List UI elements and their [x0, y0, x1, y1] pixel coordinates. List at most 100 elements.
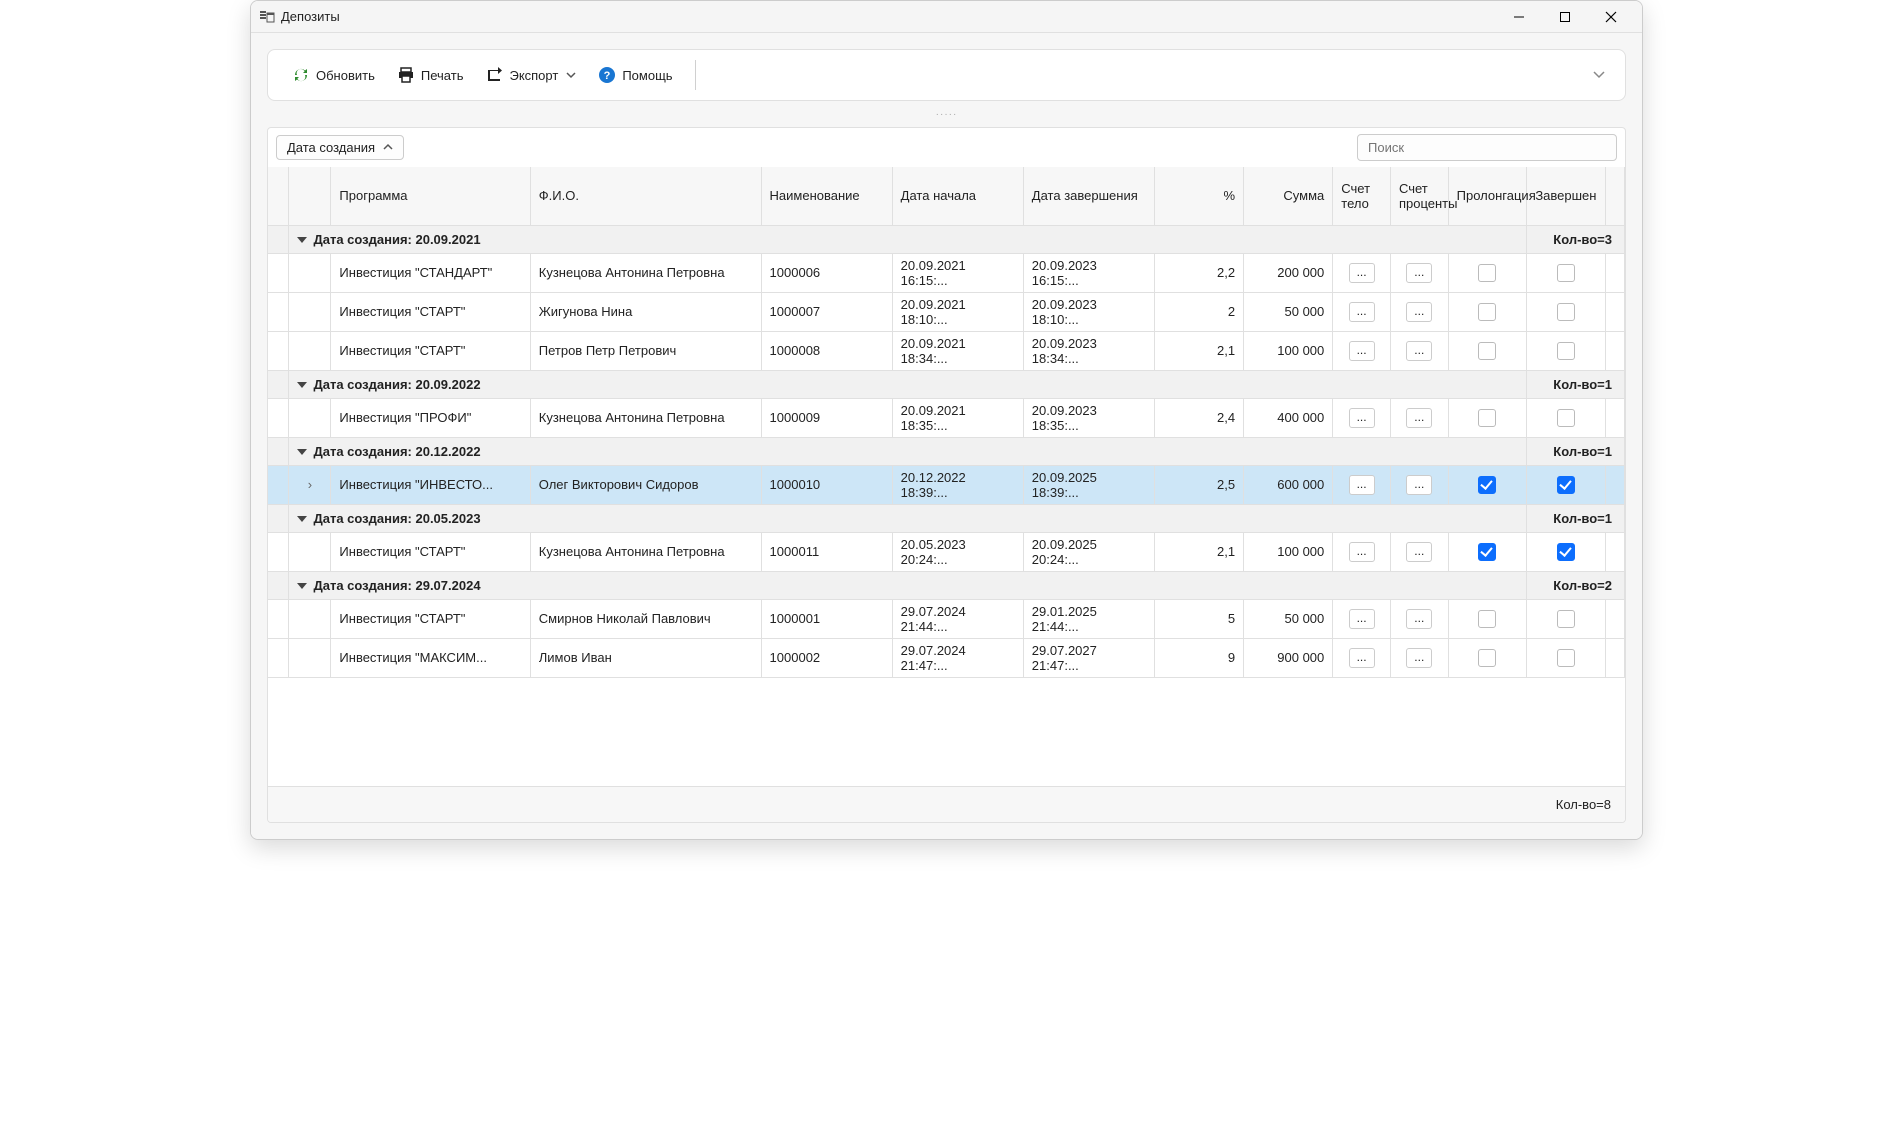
help-icon: ?	[598, 66, 616, 84]
cell-sum: 400 000	[1244, 398, 1333, 437]
prolong-checkbox[interactable]	[1478, 610, 1496, 628]
row-selector[interactable]	[268, 638, 289, 677]
done-checkbox[interactable]	[1557, 409, 1575, 427]
header-fio[interactable]: Ф.И.О.	[530, 167, 761, 225]
print-button[interactable]: Печать	[387, 60, 474, 90]
header-sum[interactable]: Сумма	[1244, 167, 1333, 225]
group-row[interactable]: Дата создания: 20.09.2022Кол-во=1	[268, 370, 1625, 398]
cell-percent: 2,2	[1154, 253, 1243, 292]
table-row[interactable]: Инвестиция "СТАРТ" Петров Петр Петрович …	[268, 331, 1625, 370]
row-selector[interactable]	[268, 331, 289, 370]
row-selector[interactable]	[268, 532, 289, 571]
group-chip[interactable]: Дата создания	[276, 135, 404, 160]
acct-body-button[interactable]: ...	[1349, 263, 1375, 283]
acct-body-button[interactable]: ...	[1349, 542, 1375, 562]
splitter[interactable]: ·····	[267, 109, 1626, 119]
maximize-button[interactable]	[1542, 1, 1588, 33]
group-label: Дата создания: 20.09.2021	[313, 232, 480, 247]
search-input[interactable]	[1357, 134, 1617, 161]
group-row[interactable]: Дата создания: 20.09.2021Кол-во=3	[268, 225, 1625, 253]
acct-pct-button[interactable]: ...	[1406, 302, 1432, 322]
export-button[interactable]: Экспорт	[475, 60, 586, 90]
export-icon	[485, 66, 503, 84]
acct-body-button[interactable]: ...	[1349, 408, 1375, 428]
group-row[interactable]: Дата создания: 20.12.2022 Кол-во=1	[268, 437, 1625, 465]
minimize-button[interactable]	[1496, 1, 1542, 33]
cell-sum: 50 000	[1244, 292, 1333, 331]
cell-percent: 2,4	[1154, 398, 1243, 437]
toolbar-expand-button[interactable]	[1587, 62, 1611, 89]
done-checkbox[interactable]	[1557, 610, 1575, 628]
cell-fio: Олег Викторович Сидоров	[530, 465, 761, 504]
cell-name: 1000001	[761, 599, 892, 638]
cell-pad	[1605, 398, 1624, 437]
done-checkbox[interactable]	[1557, 649, 1575, 667]
group-row[interactable]: Дата создания: 29.07.2024Кол-во=2	[268, 571, 1625, 599]
header-date-end[interactable]: Дата завершения	[1023, 167, 1154, 225]
prolong-checkbox[interactable]	[1478, 649, 1496, 667]
header-program[interactable]: Программа	[331, 167, 530, 225]
table-row[interactable]: Инвестиция "СТАНДАРТ" Кузнецова Антонина…	[268, 253, 1625, 292]
acct-pct-button[interactable]: ...	[1406, 263, 1432, 283]
app-icon	[259, 9, 275, 25]
row-selector[interactable]	[268, 599, 289, 638]
row-selector[interactable]	[268, 465, 289, 504]
header-done[interactable]: Завершен	[1527, 167, 1606, 225]
done-checkbox[interactable]	[1557, 476, 1575, 494]
acct-pct-button[interactable]: ...	[1406, 648, 1432, 668]
cell-date-end: 20.09.2023 18:35:...	[1023, 398, 1154, 437]
acct-body-button[interactable]: ...	[1349, 648, 1375, 668]
close-button[interactable]	[1588, 1, 1634, 33]
header-name[interactable]: Наименование	[761, 167, 892, 225]
refresh-button[interactable]: Обновить	[282, 60, 385, 90]
header-date-start[interactable]: Дата начала	[892, 167, 1023, 225]
grid-panel: Дата создания	[267, 127, 1626, 823]
table-row[interactable]: Инвестиция "ПРОФИ" Кузнецова Антонина Пе…	[268, 398, 1625, 437]
cell-fio: Жигунова Нина	[530, 292, 761, 331]
row-selector[interactable]	[268, 253, 289, 292]
acct-pct-button[interactable]: ...	[1406, 542, 1432, 562]
group-row[interactable]: Дата создания: 20.05.2023Кол-во=1	[268, 504, 1625, 532]
done-checkbox[interactable]	[1557, 303, 1575, 321]
prolong-checkbox[interactable]	[1478, 342, 1496, 360]
cell-name: 1000011	[761, 532, 892, 571]
row-selector[interactable]	[268, 398, 289, 437]
cell-date-start: 20.12.2022 18:39:...	[892, 465, 1023, 504]
header-acct-pct[interactable]: Счет проценты	[1390, 167, 1448, 225]
table-row[interactable]: Инвестиция "СТАРТ" Кузнецова Антонина Пе…	[268, 532, 1625, 571]
done-checkbox[interactable]	[1557, 342, 1575, 360]
row-selector[interactable]	[268, 292, 289, 331]
done-checkbox[interactable]	[1557, 543, 1575, 561]
header-row: Программа Ф.И.О. Наименование Дата начал…	[268, 167, 1625, 225]
prolong-checkbox[interactable]	[1478, 303, 1496, 321]
data-grid[interactable]: Программа Ф.И.О. Наименование Дата начал…	[268, 167, 1625, 786]
row-indicator	[289, 638, 331, 677]
prolong-checkbox[interactable]	[1478, 409, 1496, 427]
table-row[interactable]: Инвестиция "МАКСИМ... Лимов Иван 1000002…	[268, 638, 1625, 677]
acct-pct-button[interactable]: ...	[1406, 609, 1432, 629]
group-label: Дата создания: 20.12.2022	[313, 444, 480, 459]
cell-program: Инвестиция "СТАРТ"	[331, 292, 530, 331]
header-percent[interactable]: %	[1154, 167, 1243, 225]
cell-date-end: 20.09.2023 18:10:...	[1023, 292, 1154, 331]
acct-body-button[interactable]: ...	[1349, 341, 1375, 361]
prolong-checkbox[interactable]	[1478, 543, 1496, 561]
acct-pct-button[interactable]: ...	[1406, 475, 1432, 495]
table-row[interactable]: Инвестиция "СТАРТ" Жигунова Нина 1000007…	[268, 292, 1625, 331]
table-row[interactable]: › Инвестиция "ИНВЕСТО... Олег Викторович…	[268, 465, 1625, 504]
header-prolong[interactable]: Пролонгация	[1448, 167, 1527, 225]
acct-pct-button[interactable]: ...	[1406, 341, 1432, 361]
help-button[interactable]: ? Помощь	[588, 60, 682, 90]
header-selector[interactable]	[268, 167, 289, 225]
acct-body-button[interactable]: ...	[1349, 475, 1375, 495]
prolong-checkbox[interactable]	[1478, 264, 1496, 282]
group-label: Дата создания: 29.07.2024	[313, 578, 480, 593]
table-row[interactable]: Инвестиция "СТАРТ" Смирнов Николай Павло…	[268, 599, 1625, 638]
done-checkbox[interactable]	[1557, 264, 1575, 282]
group-count: Кол-во=1	[1527, 437, 1625, 465]
header-acct-body[interactable]: Счет тело	[1333, 167, 1391, 225]
prolong-checkbox[interactable]	[1478, 476, 1496, 494]
acct-body-button[interactable]: ...	[1349, 609, 1375, 629]
acct-pct-button[interactable]: ...	[1406, 408, 1432, 428]
acct-body-button[interactable]: ...	[1349, 302, 1375, 322]
